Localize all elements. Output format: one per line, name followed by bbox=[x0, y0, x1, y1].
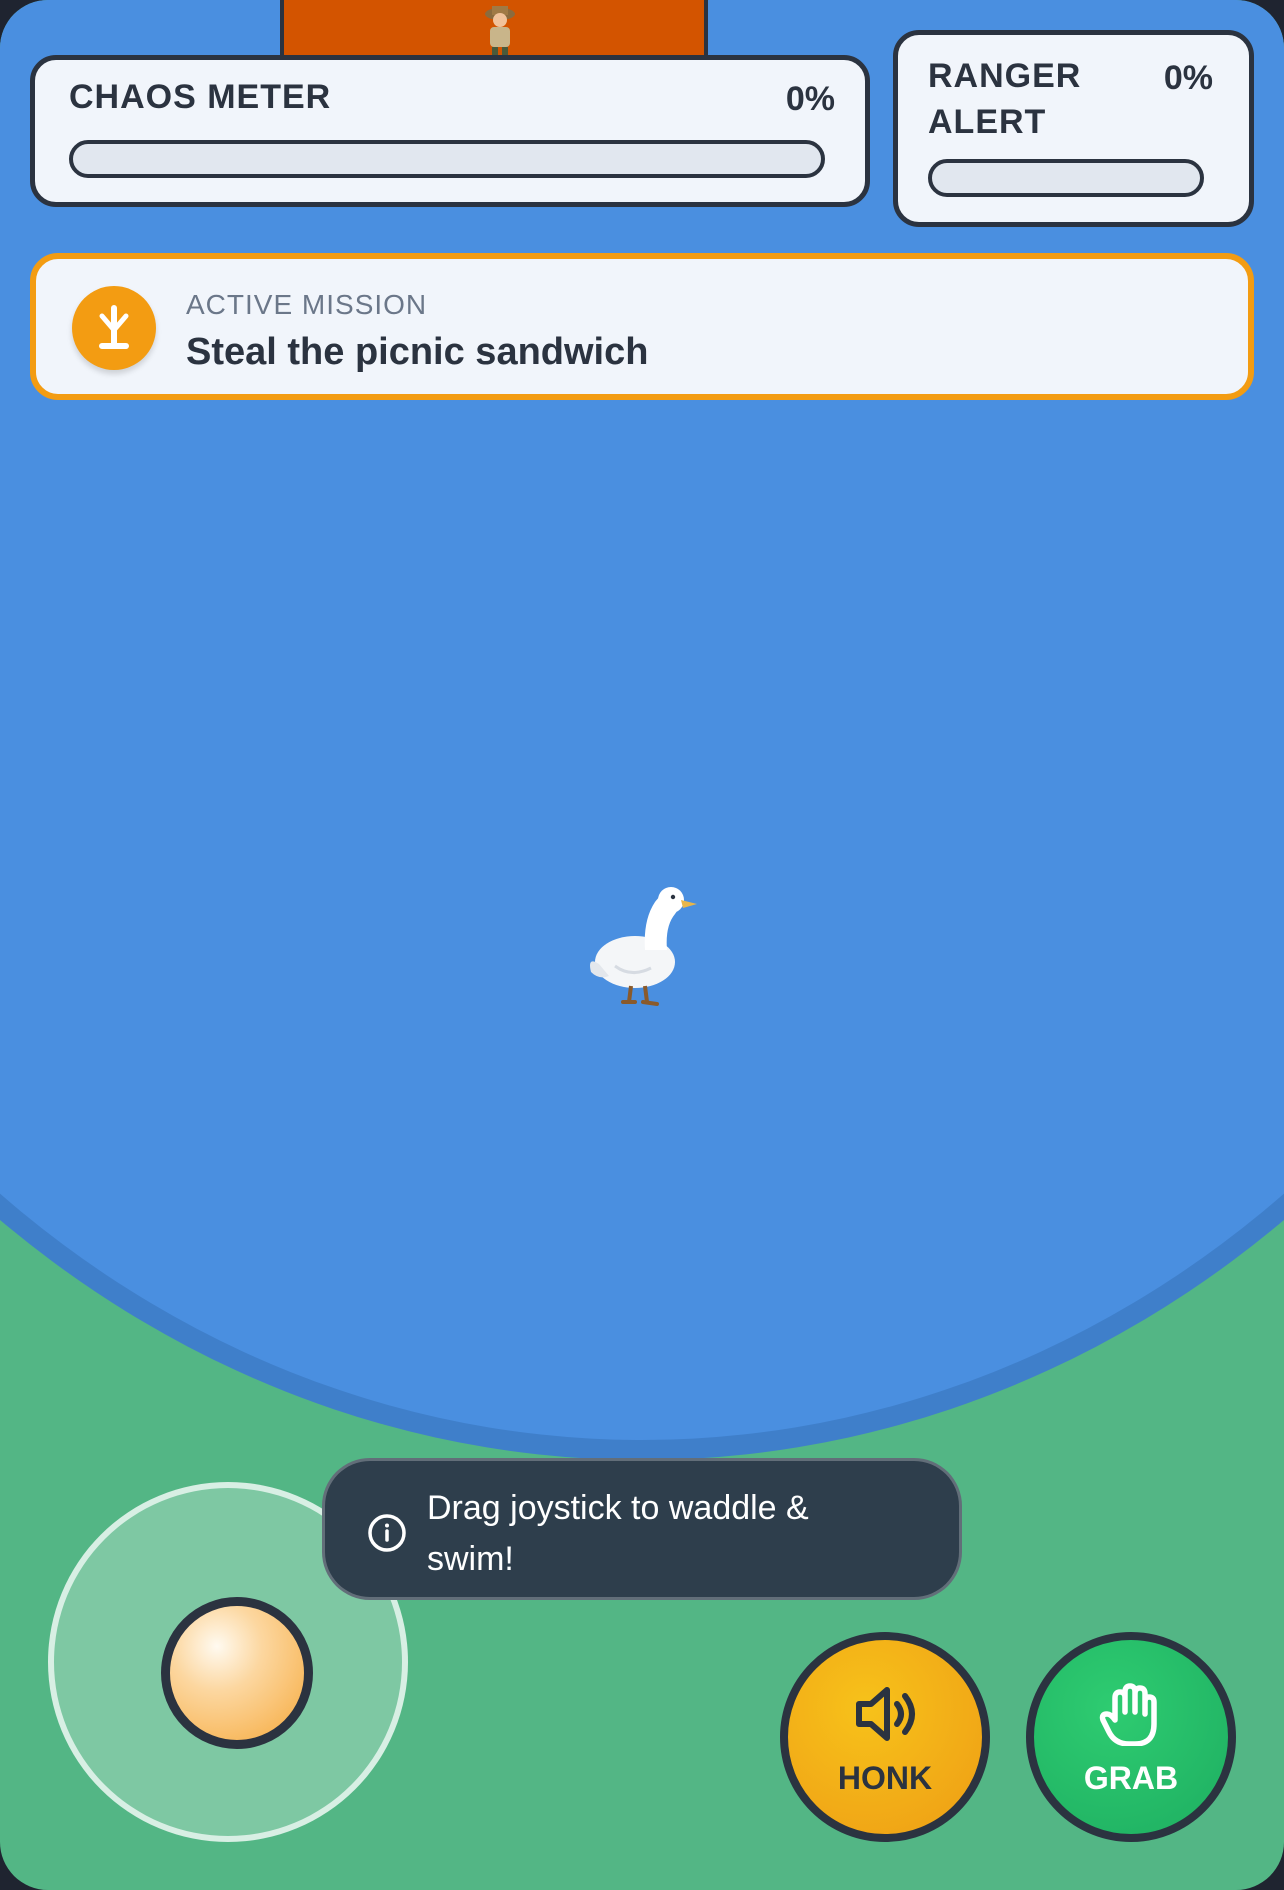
chaos-meter-panel: CHAOS METER 0% bbox=[30, 55, 870, 207]
info-icon bbox=[368, 1514, 406, 1552]
mission-objective: Steal the picnic sandwich bbox=[186, 331, 649, 373]
game-screen: CHAOS METER 0% RANGER ALERT 0% ACTIVE MI… bbox=[0, 0, 1284, 1890]
park-ranger-sprite bbox=[485, 6, 515, 59]
ranger-alert-percent: 0% bbox=[1163, 59, 1213, 97]
chaos-meter-percent: 0% bbox=[785, 80, 835, 118]
ranger-alert-title: RANGER ALERT bbox=[928, 57, 1082, 141]
hint-toast: Drag joystick to waddle & swim! bbox=[322, 1458, 962, 1600]
hint-text: Drag joystick to waddle & swim! bbox=[427, 1489, 809, 1578]
hand-icon bbox=[1099, 1683, 1157, 1746]
grab-button[interactable]: GRAB bbox=[1026, 1632, 1236, 1842]
ranger-alert-panel: RANGER ALERT 0% bbox=[893, 30, 1254, 227]
broom-icon bbox=[72, 286, 156, 370]
active-mission-card: ACTIVE MISSION Steal the picnic sandwich bbox=[30, 253, 1254, 400]
honk-label: HONK bbox=[837, 1760, 933, 1796]
grab-label: GRAB bbox=[1083, 1760, 1179, 1796]
goose-player-sprite bbox=[590, 887, 697, 1006]
honk-button[interactable]: HONK bbox=[780, 1632, 990, 1842]
mission-label: ACTIVE MISSION bbox=[186, 289, 428, 320]
ranger-alert-bar bbox=[928, 159, 1204, 197]
joystick-knob[interactable] bbox=[161, 1597, 313, 1749]
chaos-meter-bar bbox=[69, 140, 825, 178]
speaker-icon bbox=[856, 1687, 915, 1741]
chaos-meter-title: CHAOS METER bbox=[69, 78, 332, 116]
